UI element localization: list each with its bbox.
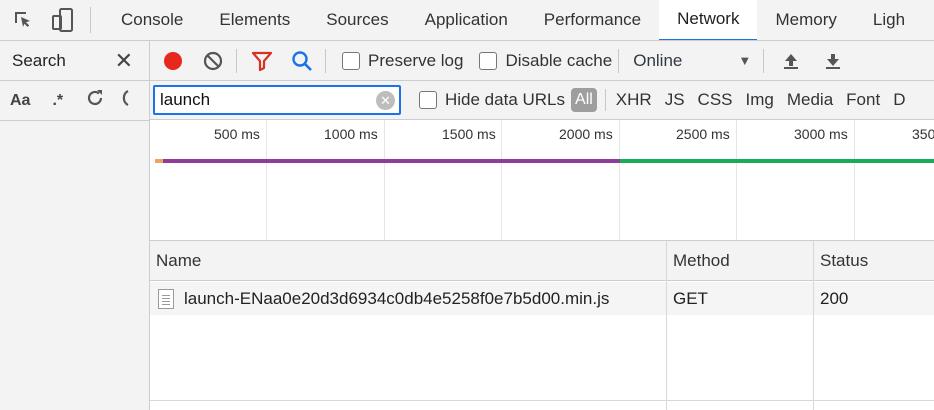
device-toolbar-icon[interactable] <box>50 7 76 33</box>
filter-toolbar: launch ✕ Hide data URLs All XHR JS CSS I… <box>150 81 934 120</box>
timeline-gridline <box>384 120 385 240</box>
close-icon[interactable]: ✕ <box>115 49 133 72</box>
request-status: 200 <box>820 288 849 308</box>
filter-funnel-icon[interactable] <box>249 48 275 74</box>
inspect-element-icon[interactable] <box>10 7 36 33</box>
timeline-dom-bar <box>163 159 620 163</box>
toolbar-divider <box>325 48 326 73</box>
timeline-tick-label: 3000 ms <box>794 126 848 142</box>
throttling-select[interactable]: Online ▼ <box>633 51 751 71</box>
tab-elements[interactable]: Elements <box>201 0 308 40</box>
refresh-icon[interactable] <box>85 88 105 113</box>
type-filter-xhr[interactable]: XHR <box>616 90 652 110</box>
disable-cache-checkbox[interactable] <box>479 51 498 70</box>
timeline-gridline <box>501 120 502 240</box>
requests-table-header: Name Method Status <box>150 241 934 281</box>
timeline-tick-label: 1000 ms <box>324 126 378 142</box>
network-overview-timeline[interactable]: 500 ms 1000 ms 1500 ms 2000 ms 2500 ms 3… <box>150 120 934 241</box>
chevron-down-icon: ▼ <box>738 53 752 68</box>
search-panel-header: Search ✕ <box>0 41 149 81</box>
hide-data-urls-checkbox[interactable] <box>419 91 437 109</box>
clear-log-icon[interactable] <box>200 48 226 74</box>
timeline-tick-label: 350 <box>912 126 934 142</box>
regex-button[interactable]: .* <box>52 92 63 110</box>
disable-cache-label: Disable cache <box>505 50 613 70</box>
request-name-cell: launch-ENaa0e20d3d6934c0db4e5258f0e7b5d0… <box>152 282 609 315</box>
search-panel-title: Search <box>12 50 66 70</box>
type-filter-font[interactable]: Font <box>846 90 880 110</box>
timeline-gridline <box>619 120 620 240</box>
type-filter-doc[interactable]: D <box>893 90 905 110</box>
tab-sources[interactable]: Sources <box>308 0 406 40</box>
timeline-gridline <box>736 120 737 240</box>
request-method: GET <box>673 288 708 308</box>
type-filter-all[interactable]: All <box>571 88 597 112</box>
script-file-icon <box>158 288 174 309</box>
type-filter-js[interactable]: JS <box>665 90 685 110</box>
column-header-method[interactable]: Method <box>667 241 813 281</box>
tab-performance[interactable]: Performance <box>526 0 659 40</box>
tab-bar-divider <box>90 7 91 33</box>
tab-memory[interactable]: Memory <box>757 0 854 40</box>
type-filter-css[interactable]: CSS <box>698 90 733 110</box>
timeline-gridline <box>854 120 855 240</box>
tab-lighthouse[interactable]: Ligh <box>855 0 905 40</box>
search-panel-tools: Aa .* <box>0 81 149 121</box>
timeline-tick-label: 500 ms <box>214 126 260 142</box>
timeline-tick-label: 2000 ms <box>559 126 613 142</box>
tab-network[interactable]: Network <box>659 0 758 40</box>
column-header-status[interactable]: Status <box>814 241 934 281</box>
record-icon[interactable] <box>160 48 186 74</box>
type-filter-media[interactable]: Media <box>787 90 833 110</box>
timeline-tick-label: 2500 ms <box>676 126 730 142</box>
preserve-log-label: Preserve log <box>368 50 464 70</box>
type-filter-img[interactable]: Img <box>746 90 774 110</box>
preserve-log-checkbox[interactable] <box>342 51 360 70</box>
clear-filter-icon[interactable]: ✕ <box>376 90 395 110</box>
column-divider[interactable] <box>813 241 814 410</box>
export-har-icon[interactable] <box>820 48 846 74</box>
column-divider[interactable] <box>666 241 667 410</box>
filter-input[interactable]: launch ✕ <box>153 85 401 115</box>
search-panel: Search ✕ Aa .* <box>0 41 150 410</box>
timeline-waiting-bar <box>155 159 163 163</box>
type-filter-divider <box>604 89 606 111</box>
network-toolbar: Preserve log Disable cache Online ▼ <box>150 41 934 81</box>
requests-table: Name Method Status launch-ENaa0e20d3d693… <box>150 241 934 410</box>
toolbar-divider <box>618 48 620 73</box>
import-har-icon[interactable] <box>778 48 804 74</box>
toolbar-divider <box>763 48 765 73</box>
table-row[interactable]: launch-ENaa0e20d3d6934c0db4e5258f0e7b5d0… <box>150 282 934 315</box>
match-case-button[interactable]: Aa <box>10 92 30 110</box>
tab-application[interactable]: Application <box>407 0 526 40</box>
table-bottom-border <box>150 400 934 401</box>
throttling-value: Online <box>633 50 683 70</box>
timeline-load-bar <box>620 159 934 163</box>
column-header-name[interactable]: Name <box>150 241 666 281</box>
toolbar-divider <box>236 48 237 73</box>
tab-console[interactable]: Console <box>103 0 201 40</box>
timeline-gridline <box>266 120 267 240</box>
timeline-tick-label: 1500 ms <box>442 126 496 142</box>
hide-data-urls-label: Hide data URLs <box>445 90 566 109</box>
filter-input-value: launch <box>160 90 211 109</box>
devtools-tab-bar: Console Elements Sources Application Per… <box>0 0 934 41</box>
request-name: launch-ENaa0e20d3d6934c0db4e5258f0e7b5d0… <box>184 288 610 308</box>
clear-search-icon[interactable] <box>119 88 129 113</box>
search-icon[interactable] <box>289 48 315 74</box>
